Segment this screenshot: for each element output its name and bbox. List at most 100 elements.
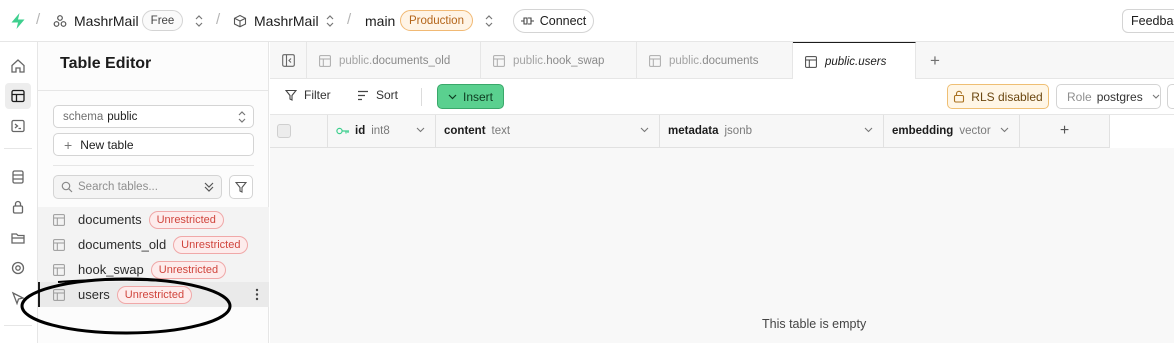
- column-type: jsonb: [724, 125, 753, 137]
- insert-label: Insert: [462, 89, 493, 104]
- table-icon: [53, 288, 65, 301]
- table-editor-sidebar: Table Editor schema public + New table S…: [38, 42, 269, 343]
- column-header-content[interactable]: content text: [436, 115, 660, 148]
- chevron-down-icon[interactable]: [864, 127, 873, 133]
- tab-users[interactable]: public.users: [793, 42, 916, 80]
- table-list-item-selected[interactable]: users Unrestricted: [38, 282, 269, 307]
- cursor-icon[interactable]: [8, 288, 28, 308]
- table-icon: [53, 263, 65, 276]
- sql-editor-icon[interactable]: [8, 116, 28, 136]
- column-type: int8: [371, 125, 390, 137]
- realtime-icon[interactable]: [8, 258, 28, 278]
- project-name[interactable]: MashrMail: [254, 13, 319, 29]
- unrestricted-badge: Unrestricted: [173, 235, 249, 254]
- table-list-item[interactable]: documents_old Unrestricted: [38, 232, 269, 257]
- chevron-down-icon[interactable]: [416, 127, 425, 133]
- tab-table-name: documents_old: [372, 54, 451, 67]
- table-name: documents: [78, 212, 142, 227]
- tab-hook-swap[interactable]: public.hook_swap: [481, 42, 637, 79]
- tab-bar: public.documents_old public.hook_swap pu…: [270, 42, 1174, 80]
- new-table-label: New table: [80, 137, 134, 152]
- role-value: postgres: [1096, 89, 1143, 104]
- tab-documents[interactable]: public.documents: [637, 42, 793, 79]
- column-name: embedding: [892, 125, 954, 137]
- selection-marker: [38, 282, 40, 307]
- sidebar-collapse-icon: [281, 54, 295, 67]
- sort-button[interactable]: Sort: [357, 88, 398, 102]
- org-name[interactable]: MashrMail: [74, 13, 139, 29]
- breadcrumb-separator: /: [36, 11, 41, 28]
- branch-name[interactable]: main: [365, 13, 395, 29]
- sort-lines-icon: [358, 90, 368, 100]
- database-icon[interactable]: [8, 167, 28, 187]
- schema-label: schema: [63, 110, 104, 123]
- table-name: hook_swap: [78, 262, 144, 277]
- schema-select[interactable]: schema public: [53, 105, 254, 128]
- empty-table-message: This table is empty: [762, 317, 867, 331]
- column-name: id: [355, 125, 366, 137]
- column-type: vector: [959, 125, 991, 137]
- filter-button[interactable]: Filter: [285, 88, 331, 102]
- storage-icon[interactable]: [8, 228, 28, 248]
- table-list-item[interactable]: documents Unrestricted: [38, 207, 269, 232]
- tab-documents-old[interactable]: public.documents_old: [307, 42, 481, 79]
- tab-table-name: documents: [702, 54, 759, 67]
- new-table-button[interactable]: + New table: [53, 133, 254, 156]
- add-column-button[interactable]: +: [1020, 115, 1110, 148]
- table-list: documents Unrestricted documents_old Unr…: [38, 207, 269, 307]
- environment-badge: Production: [400, 10, 473, 31]
- breadcrumb-separator: /: [347, 11, 352, 28]
- column-type: text: [491, 125, 511, 137]
- table-editor-icon[interactable]: [5, 83, 31, 109]
- supabase-logo-icon[interactable]: [9, 12, 27, 30]
- chevron-updown-icon[interactable]: [484, 14, 494, 28]
- feedback-label: Feedbac: [1131, 14, 1174, 28]
- table-icon: [319, 54, 331, 67]
- tab-schema: public.: [669, 54, 703, 67]
- chevron-down-icon: [448, 94, 457, 99]
- rls-disabled-button[interactable]: RLS disabled: [947, 84, 1049, 109]
- select-all-checkbox[interactable]: [277, 124, 291, 138]
- grid-toolbar: Filter Sort Insert RLS disabled Role pos…: [270, 79, 1174, 115]
- toolbar-more-button[interactable]: [1167, 84, 1174, 109]
- filter-tables-button[interactable]: [229, 175, 253, 199]
- more-vertical-icon[interactable]: [255, 288, 259, 301]
- chevron-down-icon[interactable]: [640, 127, 649, 133]
- chevron-down-icon[interactable]: [1000, 127, 1009, 133]
- chevron-updown-icon[interactable]: [325, 14, 335, 28]
- tab-schema: public.: [513, 54, 547, 67]
- plus-icon: +: [64, 136, 73, 153]
- table-list-item[interactable]: hook_swap Unrestricted: [38, 257, 269, 282]
- table-icon: [53, 238, 65, 251]
- column-name: content: [444, 125, 486, 137]
- connect-button[interactable]: Connect: [513, 9, 594, 33]
- select-all-column: [270, 115, 328, 148]
- search-tables-input[interactable]: Search tables...: [53, 175, 222, 199]
- plan-badge: Free: [142, 10, 183, 31]
- feedback-button[interactable]: Feedbac: [1122, 9, 1174, 33]
- insert-button[interactable]: Insert: [437, 84, 504, 109]
- schema-value: public: [107, 110, 138, 123]
- search-placeholder: Search tables...: [78, 181, 158, 193]
- primary-key-icon: [336, 127, 349, 135]
- search-icon: [61, 181, 73, 193]
- column-header-embedding[interactable]: embedding vector: [884, 115, 1020, 148]
- chevron-double-down-icon[interactable]: [203, 180, 215, 194]
- toolbar-divider: [421, 88, 422, 106]
- add-tab-button[interactable]: +: [925, 51, 945, 71]
- auth-lock-icon[interactable]: [8, 197, 28, 217]
- lock-open-icon: [954, 90, 965, 103]
- role-select[interactable]: Role postgres: [1056, 84, 1161, 109]
- home-icon[interactable]: [8, 56, 28, 76]
- table-icon: [493, 54, 505, 67]
- grid-header: id int8 content text metadata jsonb embe…: [270, 115, 1110, 148]
- table-icon: [53, 213, 65, 226]
- tab-schema: public.: [825, 55, 859, 68]
- column-header-metadata[interactable]: metadata jsonb: [660, 115, 884, 148]
- chevron-updown-icon[interactable]: [194, 14, 204, 28]
- rls-label: RLS disabled: [971, 89, 1043, 104]
- table-icon: [805, 55, 817, 68]
- toggle-sidebar-button[interactable]: [270, 42, 307, 79]
- chevron-updown-icon: [238, 111, 246, 123]
- column-header-id[interactable]: id int8: [328, 115, 436, 148]
